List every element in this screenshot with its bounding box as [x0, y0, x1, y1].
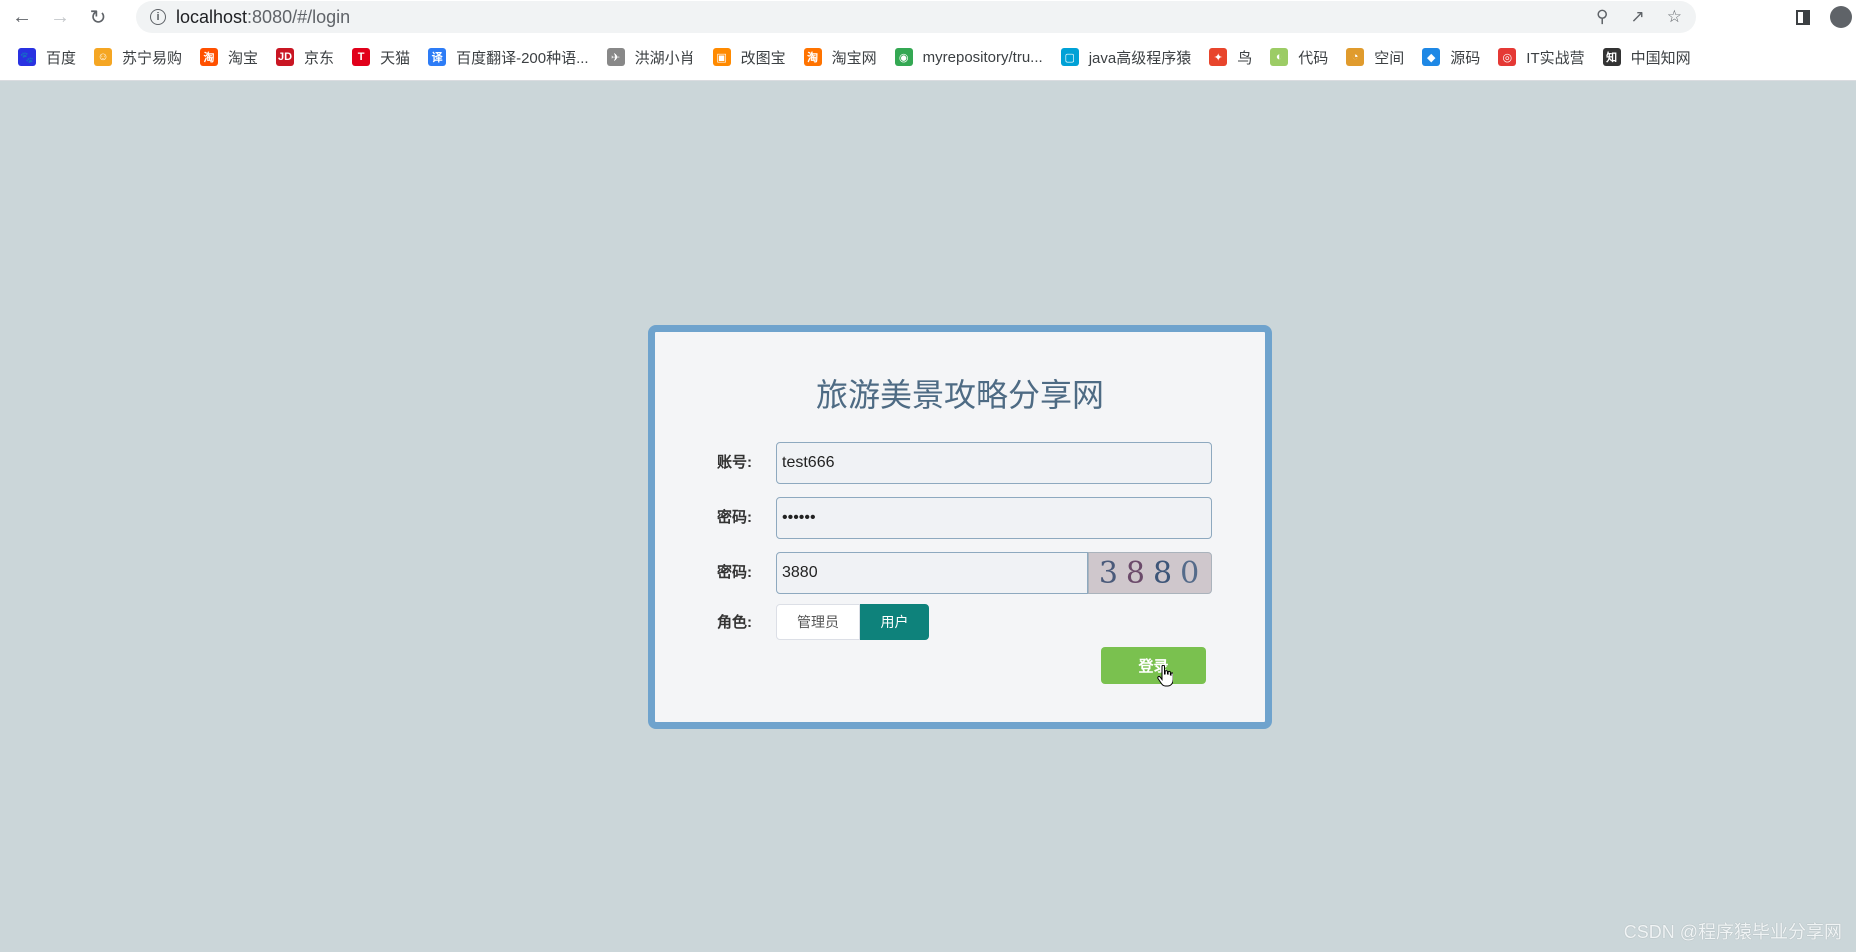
- bookmark-item[interactable]: ◎ IT实战营: [1498, 47, 1585, 68]
- bookmark-item[interactable]: ◔ 空间: [1346, 47, 1404, 68]
- bookmark-label: 淘宝: [228, 49, 259, 67]
- bookmark-label: 京东: [304, 49, 335, 67]
- role-label: 角色:: [717, 614, 752, 631]
- captcha-row: 密码: 3 8 8 0: [717, 552, 1212, 594]
- share-icon[interactable]: ↗: [1631, 7, 1645, 27]
- code-icon: ◐: [1270, 48, 1289, 66]
- bookmark-label: 源码: [1450, 49, 1481, 67]
- bookmarks-bar: 🐾 百度 ☺ 苏宁易购淘淘宝 JD 京东 T 天猫译百度翻译-200种语... ✈ 洪湖小肖 ▣ 改图…: [0, 34, 1856, 81]
- bookmark-item[interactable]: ☺ 苏宁易购: [94, 47, 182, 68]
- profile-avatar-icon[interactable]: [1830, 6, 1852, 28]
- bookmark-label: 洪湖小肖: [634, 49, 695, 67]
- space-icon: ◔: [1346, 48, 1365, 66]
- login-card: 旅游美景攻略分享网 账号: 密码: 密码: 3 8 8 0 角色: 管理员 用户…: [648, 325, 1272, 729]
- forward-arrow-icon[interactable]: →: [44, 1, 76, 33]
- role-row: 角色: 管理员 用户: [717, 602, 1211, 644]
- role-user-button[interactable]: 用户: [860, 604, 929, 640]
- role-radio-group: 管理员 用户: [776, 604, 929, 640]
- url-text[interactable]: localhost:8080/#/login: [176, 7, 350, 28]
- bookmark-item[interactable]: ◆ 源码: [1422, 47, 1480, 68]
- suning-icon: ☺: [94, 48, 113, 66]
- source-icon: ◆: [1422, 48, 1441, 66]
- chrome-icon: ◉: [894, 48, 913, 66]
- bird-red-icon: ✦: [1209, 48, 1228, 66]
- gaitubao-icon: ▣: [712, 48, 731, 66]
- captcha-digit: 0: [1180, 555, 1202, 591]
- site-info-icon[interactable]: i: [150, 9, 166, 25]
- bookmark-item[interactable]: ▢ java高级程序猿: [1060, 47, 1192, 68]
- page-title: 旅游美景攻略分享网: [815, 376, 1104, 414]
- bookmark-label: 苏宁易购: [122, 49, 183, 67]
- baidu-translate-icon: 译: [428, 48, 447, 66]
- bookmark-item[interactable]: JD 京东: [276, 47, 334, 68]
- star-icon[interactable]: ☆: [1667, 7, 1682, 27]
- bookmark-label: 中国知网: [1630, 49, 1691, 67]
- bookmark-label: 代码: [1298, 49, 1329, 67]
- jd-icon: JD: [276, 48, 295, 66]
- baidu-icon: 🐾: [18, 48, 36, 66]
- bookmark-item[interactable]: ▣ 改图宝: [712, 47, 786, 68]
- captcha-digit: 8: [1125, 555, 1147, 591]
- captcha-digit: 8: [1153, 555, 1175, 591]
- bird-icon: ✈: [606, 48, 625, 66]
- password-input[interactable]: [776, 497, 1212, 539]
- bookmark-label: 天猫: [380, 49, 411, 67]
- captcha-label: 密码:: [717, 564, 752, 581]
- captcha-image[interactable]: 3 8 8 0: [1088, 552, 1212, 594]
- bookmark-item[interactable]: ✈ 洪湖小肖: [606, 47, 695, 68]
- taobao-icon: 淘: [200, 48, 219, 66]
- bookmark-item[interactable]: T 天猫: [352, 47, 410, 68]
- bookmark-label: 空间: [1374, 49, 1405, 67]
- captcha-input[interactable]: [776, 552, 1088, 594]
- bookmark-label: myrepository/tru...: [922, 48, 1043, 66]
- bookmark-item[interactable]: 淘淘宝: [200, 47, 258, 68]
- bookmark-item[interactable]: 译百度翻译-200种语...: [428, 47, 589, 68]
- login-button[interactable]: 登录: [1101, 647, 1206, 684]
- watermark: CSDN @程序猿毕业分享网: [1623, 922, 1842, 942]
- captcha-digit: 3: [1098, 555, 1120, 591]
- cnki-icon: 知: [1602, 48, 1621, 66]
- password-label: 密码:: [717, 509, 752, 526]
- bilibili-icon: ▢: [1060, 48, 1079, 66]
- bookmark-label: 淘宝网: [831, 49, 877, 67]
- password-row: 密码:: [717, 497, 1212, 539]
- reload-icon[interactable]: ↻: [82, 1, 114, 33]
- bookmark-label: 鸟: [1237, 49, 1253, 67]
- role-admin-button[interactable]: 管理员: [776, 604, 860, 640]
- bookmark-label: 改图宝: [740, 49, 786, 67]
- bookmark-item[interactable]: ◐ 代码: [1270, 47, 1328, 68]
- bookmark-label: 百度翻译-200种语...: [456, 49, 589, 67]
- browser-toolbar: ← → ↻ i localhost:8080/#/login ⚲ ↗ ☆: [0, 0, 1856, 34]
- account-label: 账号:: [717, 454, 752, 471]
- bookmark-item[interactable]: ◉ myrepository/tru...: [894, 48, 1043, 66]
- bookmark-item[interactable]: 淘淘宝网: [803, 47, 877, 68]
- account-row: 账号:: [717, 442, 1212, 484]
- bookmark-item[interactable]: 🐾 百度: [18, 47, 76, 68]
- back-arrow-icon[interactable]: ←: [6, 1, 38, 33]
- tmall-icon: T: [352, 48, 371, 66]
- bookmark-item[interactable]: ✦ 鸟: [1209, 47, 1252, 68]
- bookmark-item[interactable]: 知中国知网: [1602, 47, 1691, 68]
- bookmark-label: java高级程序猿: [1088, 49, 1192, 67]
- hand-cursor-icon: [1157, 665, 1173, 687]
- account-input[interactable]: [776, 442, 1212, 484]
- taobao-net-icon: 淘: [803, 48, 822, 66]
- it-camp-icon: ◎: [1498, 48, 1517, 66]
- bookmark-label: IT实战营: [1526, 49, 1585, 67]
- bookmark-label: 百度: [46, 49, 77, 67]
- side-panel-icon[interactable]: [1796, 9, 1810, 25]
- key-icon[interactable]: ⚲: [1596, 7, 1608, 27]
- address-bar[interactable]: i localhost:8080/#/login ⚲ ↗ ☆: [136, 1, 1696, 33]
